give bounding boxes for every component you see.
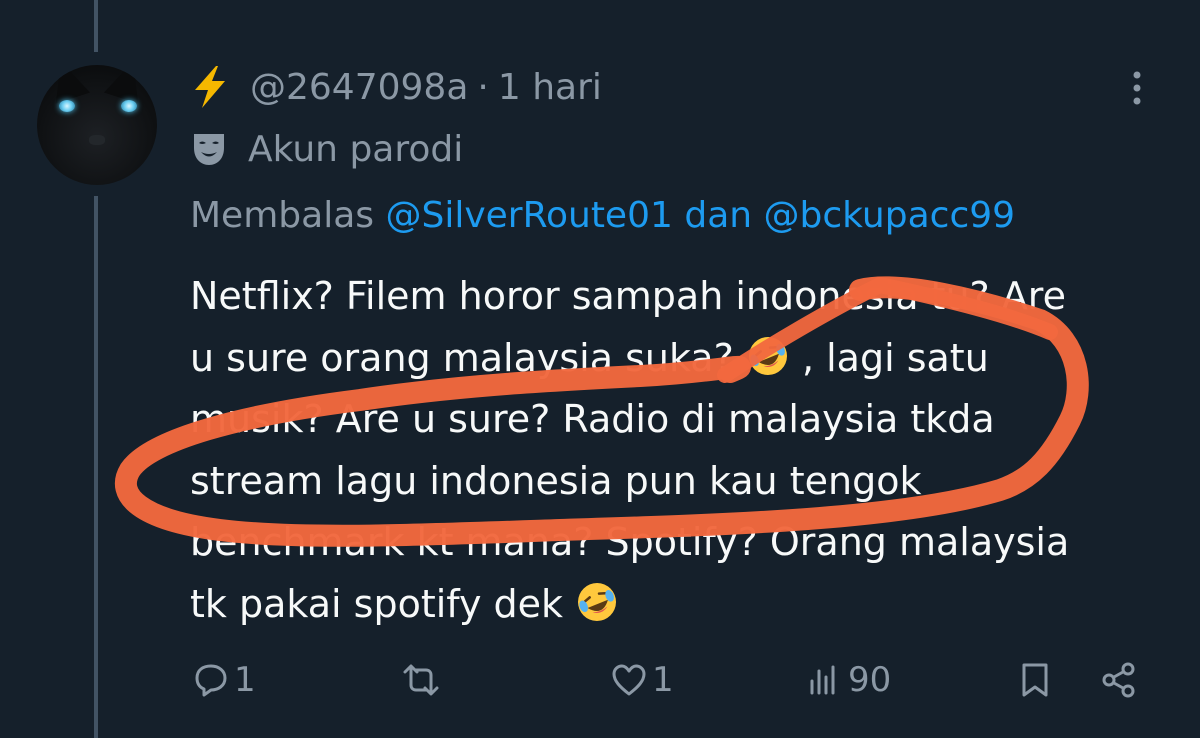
avatar-eye-right bbox=[121, 100, 137, 112]
avatar-eye-left bbox=[59, 100, 75, 112]
action-bar: 1 1 90 bbox=[0, 650, 1200, 710]
views-button[interactable]: 90 bbox=[806, 650, 891, 710]
bookmark-button[interactable] bbox=[1016, 650, 1054, 710]
views-icon bbox=[810, 665, 835, 695]
lightning-icon bbox=[195, 66, 225, 108]
reply-icon bbox=[195, 664, 227, 697]
avatar-ear-right bbox=[104, 65, 150, 104]
mention-link[interactable]: @SilverRoute01 bbox=[385, 195, 672, 236]
avatar-nose bbox=[89, 135, 105, 145]
share-button[interactable] bbox=[1100, 650, 1138, 710]
repost-icon bbox=[403, 664, 439, 696]
separator: · bbox=[477, 66, 489, 108]
parody-label: Akun parodi bbox=[190, 124, 463, 174]
post-time[interactable]: 1 hari bbox=[498, 67, 602, 108]
parody-label-text: Akun parodi bbox=[248, 128, 464, 170]
repost-button[interactable] bbox=[402, 650, 440, 710]
views-count: 90 bbox=[848, 660, 892, 700]
tweet-line: benchmark kt mana? Spotify? Orang malays… bbox=[190, 520, 1070, 564]
share-icon bbox=[1102, 662, 1135, 698]
tweet-line: u sure orang malaysia suka? bbox=[190, 335, 734, 380]
tweet-header: @2647098a · 1 hari bbox=[190, 62, 602, 112]
like-button[interactable]: 1 bbox=[610, 650, 674, 710]
more-icon[interactable] bbox=[1122, 68, 1152, 108]
tweet-line: Netflix? Filem horor sampah indonesia tu… bbox=[190, 274, 1066, 318]
tweet-line: musik? Are u sure? Radio di malaysia tkd… bbox=[190, 397, 995, 441]
tweet-text: Netflix? Filem horor sampah indonesia tu… bbox=[190, 266, 1180, 635]
tweet-line: , lagi satu bbox=[801, 335, 989, 380]
like-icon bbox=[612, 664, 646, 696]
replying-to: Membalas @SilverRoute01 dan @bckupacc99 bbox=[190, 195, 1015, 236]
reply-count: 1 bbox=[234, 660, 256, 700]
parody-mask-icon bbox=[194, 134, 224, 165]
like-count: 1 bbox=[652, 660, 674, 700]
thread-line-top bbox=[94, 0, 98, 52]
author-handle[interactable]: @2647098a bbox=[250, 67, 468, 108]
avatar[interactable] bbox=[37, 65, 157, 185]
tweet-line: stream lagu indonesia pun kau tengok bbox=[190, 458, 922, 503]
avatar-ear-left bbox=[44, 65, 90, 104]
tweet-line: tk pakai spotify dek bbox=[190, 581, 564, 626]
reply-button[interactable]: 1 bbox=[192, 650, 256, 710]
rofl-emoji bbox=[578, 582, 617, 621]
reply-conjunction: dan bbox=[684, 195, 753, 236]
bookmark-icon bbox=[1022, 663, 1048, 697]
mention-link[interactable]: @bckupacc99 bbox=[764, 195, 1016, 236]
replying-to-prefix: Membalas bbox=[190, 195, 375, 236]
rofl-emoji bbox=[748, 336, 787, 375]
